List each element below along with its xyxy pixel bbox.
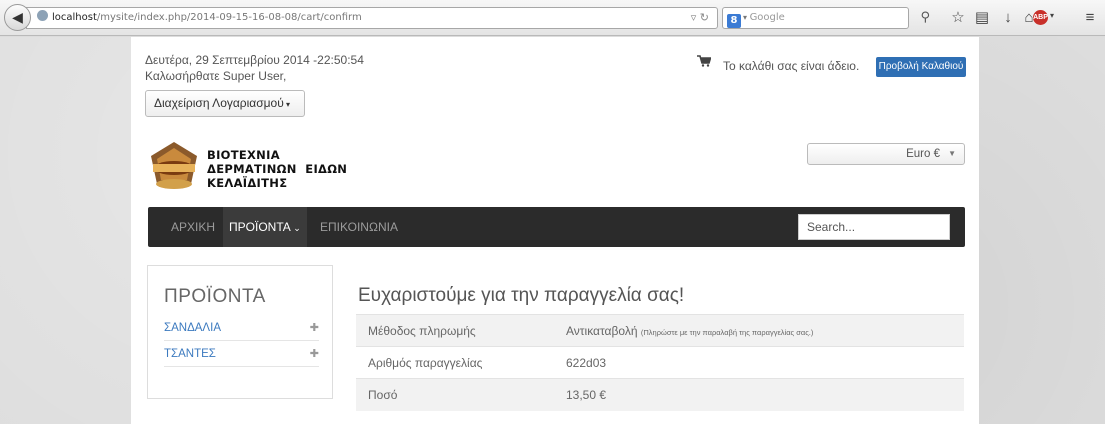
back-arrow-icon: ◀ — [12, 9, 23, 25]
menu-icon[interactable]: ≡ — [1081, 9, 1099, 27]
downloads-icon[interactable]: ↓ — [999, 9, 1017, 27]
divider — [164, 340, 319, 341]
search-engine-label: Google — [749, 12, 785, 23]
expand-icon[interactable]: ✚ — [310, 342, 319, 366]
products-sidebar: ΠΡΟΪΟΝΤΑ ΣΑΝΔΑΛΙΑ ✚ ΤΣΑΝΤΕΣ ✚ — [147, 265, 333, 399]
table-row: Ποσό 13,50 € — [356, 378, 964, 411]
currency-select[interactable]: Euro € ▼ — [807, 143, 965, 165]
sidebar-item-sandals[interactable]: ΣΑΝΔΑΛΙΑ ✚ — [164, 316, 319, 340]
table-row: Μέθοδος πληρωμής Αντικαταβολή (Πληρώστε … — [356, 314, 964, 347]
browser-toolbar: localhost/mysite/index.php/2014-09-15-16… — [0, 0, 1105, 36]
site-page: Δευτέρα, 29 Σεπτεμβρίου 2014 -22:50:54 Κ… — [131, 37, 979, 424]
sidebar-item-bags[interactable]: ΤΣΑΝΤΕΣ ✚ — [164, 342, 319, 366]
adblock-icon[interactable]: ABP — [1033, 10, 1048, 25]
url-host: localhost — [52, 12, 97, 23]
google-icon: 8 — [727, 14, 741, 28]
menu-item-products[interactable]: ΠΡΟΪΟΝΤΑ ⌄ — [223, 207, 307, 247]
sidebar-title: ΠΡΟΪΟΝΤΑ — [164, 286, 266, 307]
search-input[interactable]: Search... — [798, 214, 950, 240]
row-value: 13,50 € — [566, 387, 607, 402]
adblock-dropdown-icon[interactable]: ▾ — [1050, 11, 1054, 20]
expand-icon[interactable]: ✚ — [310, 316, 319, 340]
url-path: /mysite/index.php/2014-09-15-16-08-08/ca… — [96, 12, 362, 23]
cart-icon — [697, 55, 711, 67]
magnifier-icon[interactable]: ⚲ — [920, 8, 930, 28]
main-menu: ΑΡΧΙΚΗ ΠΡΟΪΟΝΤΑ ⌄ ΕΠΙΚΟΙΝΩΝΙΑ Search... — [148, 207, 965, 247]
row-value: 622d03 — [566, 355, 607, 370]
browser-search-input[interactable]: 8 ▾ Google ⚲ — [722, 7, 930, 29]
reload-icon[interactable]: ▿ ↻ — [691, 8, 709, 28]
view-cart-button[interactable]: Προβολή Καλαθιού — [876, 57, 966, 77]
bookmark-star-icon[interactable]: ☆ — [949, 9, 967, 27]
back-button[interactable]: ◀ — [4, 4, 31, 31]
order-summary-table: Μέθοδος πληρωμής Αντικαταβολή (Πληρώστε … — [356, 314, 964, 411]
cart-status: Το καλάθι σας είναι άδειο. — [723, 59, 860, 73]
current-date: Δευτέρα, 29 Σεπτεμβρίου 2014 -22:50:54 — [145, 53, 364, 67]
row-key: Μέθοδος πληρωμής — [368, 323, 476, 338]
welcome-text: Καλωσήρθατε Super User, — [145, 69, 287, 83]
divider — [164, 366, 319, 367]
company-name: ΒΙΟΤΕΧΝΙΑ ΔΕΡΜΑΤΙΝΩΝ ΕΙΔΩΝ ΚΕΛΑΪΔΙΤΗΣ — [207, 148, 348, 190]
table-row: Αριθμός παραγγελίας 622d03 — [356, 346, 964, 379]
caret-down-icon: ▾ — [283, 100, 291, 109]
caret-down-icon: ▼ — [948, 149, 956, 158]
chevron-down-icon: ⌄ — [290, 223, 301, 233]
row-value: Αντικαταβολή (Πληρώστε με την παραλαβή τ… — [566, 323, 814, 338]
row-key: Αριθμός παραγγελίας — [368, 355, 483, 370]
menu-item-home[interactable]: ΑΡΧΙΚΗ — [165, 207, 221, 247]
url-bar[interactable]: localhost/mysite/index.php/2014-09-15-16… — [26, 7, 718, 29]
account-menu-button[interactable]: Διαχείριση Λογαριασμού ▾ — [145, 90, 305, 117]
bookmarks-list-icon[interactable]: ▤ — [973, 9, 991, 27]
menu-item-contact[interactable]: ΕΠΙΚΟΙΝΩΝΙΑ — [314, 207, 404, 247]
row-key: Ποσό — [368, 387, 398, 402]
site-info-icon[interactable] — [37, 10, 48, 21]
company-logo — [151, 142, 197, 189]
page-title: Ευχαριστούμε για την παραγγελία σας! — [358, 285, 685, 306]
